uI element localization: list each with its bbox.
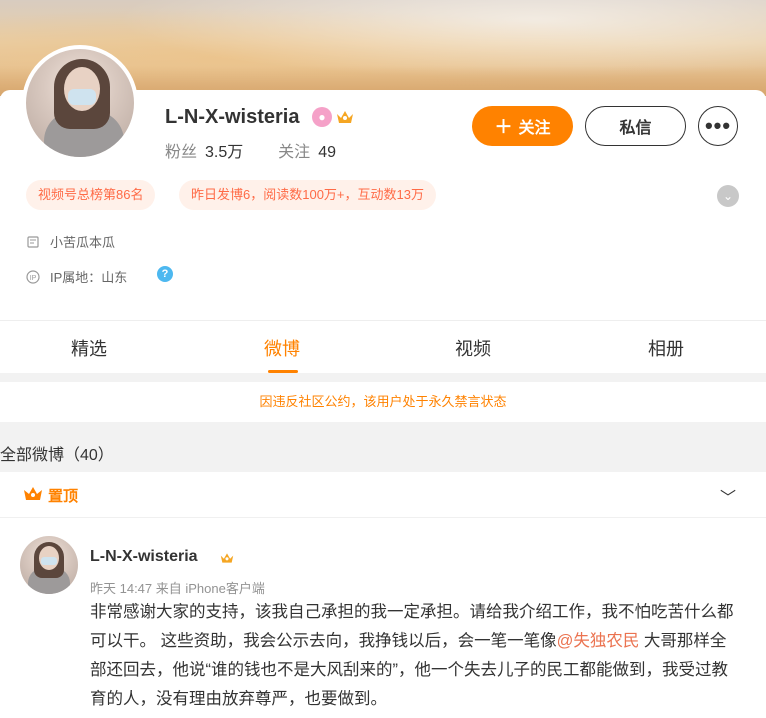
chevron-down-icon[interactable]: ﹀ — [720, 484, 736, 508]
tab-featured[interactable]: 精选 — [71, 335, 107, 361]
fans-label: 粉丝 — [165, 144, 198, 161]
ip-location: IP属地：山东 — [50, 270, 128, 285]
help-icon[interactable]: ? — [157, 266, 173, 282]
bio-row: 小苦瓜本瓜 — [26, 232, 115, 251]
message-button[interactable]: 私信 — [585, 106, 686, 146]
ip-row: IP IP属地：山东 — [26, 267, 127, 286]
pinned-label: 置顶 — [48, 488, 79, 505]
tab-video[interactable]: 视频 — [455, 335, 491, 361]
post-author[interactable]: L-N-X-wisteria — [90, 548, 198, 566]
fans-count[interactable]: 3.5万 — [205, 144, 243, 161]
follow-button-label: 关注 — [518, 120, 551, 137]
active-tab-indicator — [268, 370, 298, 373]
tab-album[interactable]: 相册 — [648, 335, 684, 361]
chevron-down-icon[interactable]: ⌄ — [717, 185, 739, 207]
message-button-label: 私信 — [619, 120, 652, 137]
pinned-bar[interactable]: 置顶 ﹀ — [0, 472, 766, 518]
post-avatar[interactable] — [20, 536, 78, 594]
following-count[interactable]: 49 — [318, 144, 336, 161]
vip-badge-icon[interactable]: ● — [312, 107, 332, 127]
ban-notice: 因违反社区公约，该用户处于永久禁言状态 — [0, 382, 766, 422]
ip-icon: IP — [26, 269, 40, 284]
crown-icon[interactable] — [335, 108, 355, 126]
crown-icon[interactable] — [219, 551, 235, 565]
tag-stats[interactable]: 昨日发博6，阅读数100万+，互动数13万 — [179, 180, 436, 210]
more-icon[interactable]: ••• — [698, 106, 738, 146]
tag-rank[interactable]: 视频号总榜第86名 — [26, 180, 156, 210]
post-card: L-N-X-wisteria 昨天 14:47 来自 iPhone客户端 非常感… — [0, 518, 766, 718]
tab-weibo[interactable]: 微博 — [264, 335, 300, 361]
bio-text: 小苦瓜本瓜 — [50, 235, 116, 250]
post-meta[interactable]: 昨天 14:47 来自 iPhone客户端 — [90, 578, 265, 597]
follow-button[interactable]: ＋ 关注 — [472, 106, 573, 146]
post-mention[interactable]: @失独农民 — [557, 632, 640, 650]
following-label: 关注 — [278, 144, 311, 161]
profile-stats: 粉丝 3.5万 关注 49 — [165, 138, 336, 162]
profile-avatar[interactable] — [22, 45, 138, 161]
all-weibo-count: 全部微博（40） — [0, 447, 114, 464]
pinned-crown-icon — [24, 487, 42, 500]
plus-icon: ＋ — [494, 117, 513, 137]
svg-text:IP: IP — [30, 275, 37, 282]
profile-tabs: 精选 微博 视频 相册 — [0, 320, 766, 373]
post-text: 非常感谢大家的支持，该我自己承担的我一定承担。请给我介绍工作，我不怕吃苦什么都可… — [90, 598, 740, 714]
profile-name: L-N-X-wisteria — [165, 106, 300, 128]
bio-icon — [26, 235, 40, 249]
